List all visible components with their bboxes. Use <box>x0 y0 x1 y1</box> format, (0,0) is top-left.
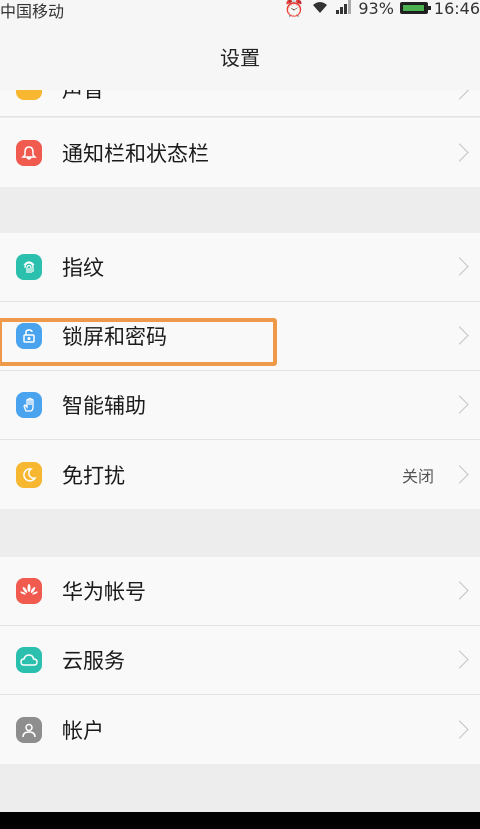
huawei-logo-icon <box>16 578 42 604</box>
settings-row-accounts[interactable]: 帐户 <box>0 695 480 764</box>
navigation-bar <box>0 812 480 829</box>
battery-icon <box>399 2 431 14</box>
row-label: 通知栏和状态栏 <box>62 141 209 166</box>
notification-bell-icon <box>16 139 42 166</box>
bell-icon <box>16 90 42 100</box>
chevron-right-icon <box>450 719 469 739</box>
settings-row-cloud-service[interactable]: 云服务 <box>0 626 480 695</box>
wifi-icon <box>310 0 330 18</box>
chevron-right-icon <box>450 464 469 484</box>
settings-row-do-not-disturb[interactable]: 免打扰 关闭 <box>0 440 480 509</box>
settings-row-fingerprint[interactable]: 指纹 <box>0 233 480 302</box>
user-icon <box>16 716 42 743</box>
row-label: 帐户 <box>62 718 104 743</box>
chevron-right-icon <box>450 326 469 345</box>
highlight-box <box>0 318 277 366</box>
status-bar: 中国移动 ⏰ 93% 16:46 <box>0 0 480 21</box>
cloud-icon <box>16 647 42 673</box>
chevron-right-icon <box>450 142 469 162</box>
chevron-right-icon <box>450 90 469 100</box>
row-label: 指纹 <box>62 256 104 280</box>
battery-percent: 93% <box>358 0 394 18</box>
chevron-right-icon <box>450 581 469 600</box>
row-label: 云服务 <box>62 649 125 673</box>
carrier-name: 中国移动 <box>0 2 65 21</box>
settings-group-security: 指纹 锁屏和密码 智能辅助 免打扰 关闭 <box>0 233 480 509</box>
status-icons: ⏰ 93% 16:46 <box>278 0 480 18</box>
signal-icon <box>336 0 352 18</box>
row-label: 免打扰 <box>62 463 125 488</box>
hand-icon <box>16 392 42 418</box>
row-label: 声音 <box>62 90 104 102</box>
page-title: 设置 <box>0 20 480 90</box>
settings-row-partial[interactable]: 声音 <box>0 90 480 117</box>
clock: 16:46 <box>433 0 480 18</box>
row-label: 华为帐号 <box>62 580 146 604</box>
chevron-right-icon <box>450 257 469 276</box>
settings-group-accounts: 华为帐号 云服务 帐户 <box>0 557 480 764</box>
moon-icon <box>16 461 42 488</box>
alarm-icon: ⏰ <box>284 0 305 18</box>
settings-row-smart-assist[interactable]: 智能辅助 <box>0 371 480 440</box>
settings-row-huawei-id[interactable]: 华为帐号 <box>0 557 480 626</box>
chevron-right-icon <box>450 395 469 414</box>
settings-group-notifications: 通知栏和状态栏 <box>0 118 480 187</box>
status-value: 关闭 <box>401 466 434 486</box>
fingerprint-icon <box>16 254 42 280</box>
chevron-right-icon <box>450 650 469 669</box>
settings-row-notification-bar[interactable]: 通知栏和状态栏 <box>0 118 480 187</box>
row-label: 智能辅助 <box>62 394 146 418</box>
